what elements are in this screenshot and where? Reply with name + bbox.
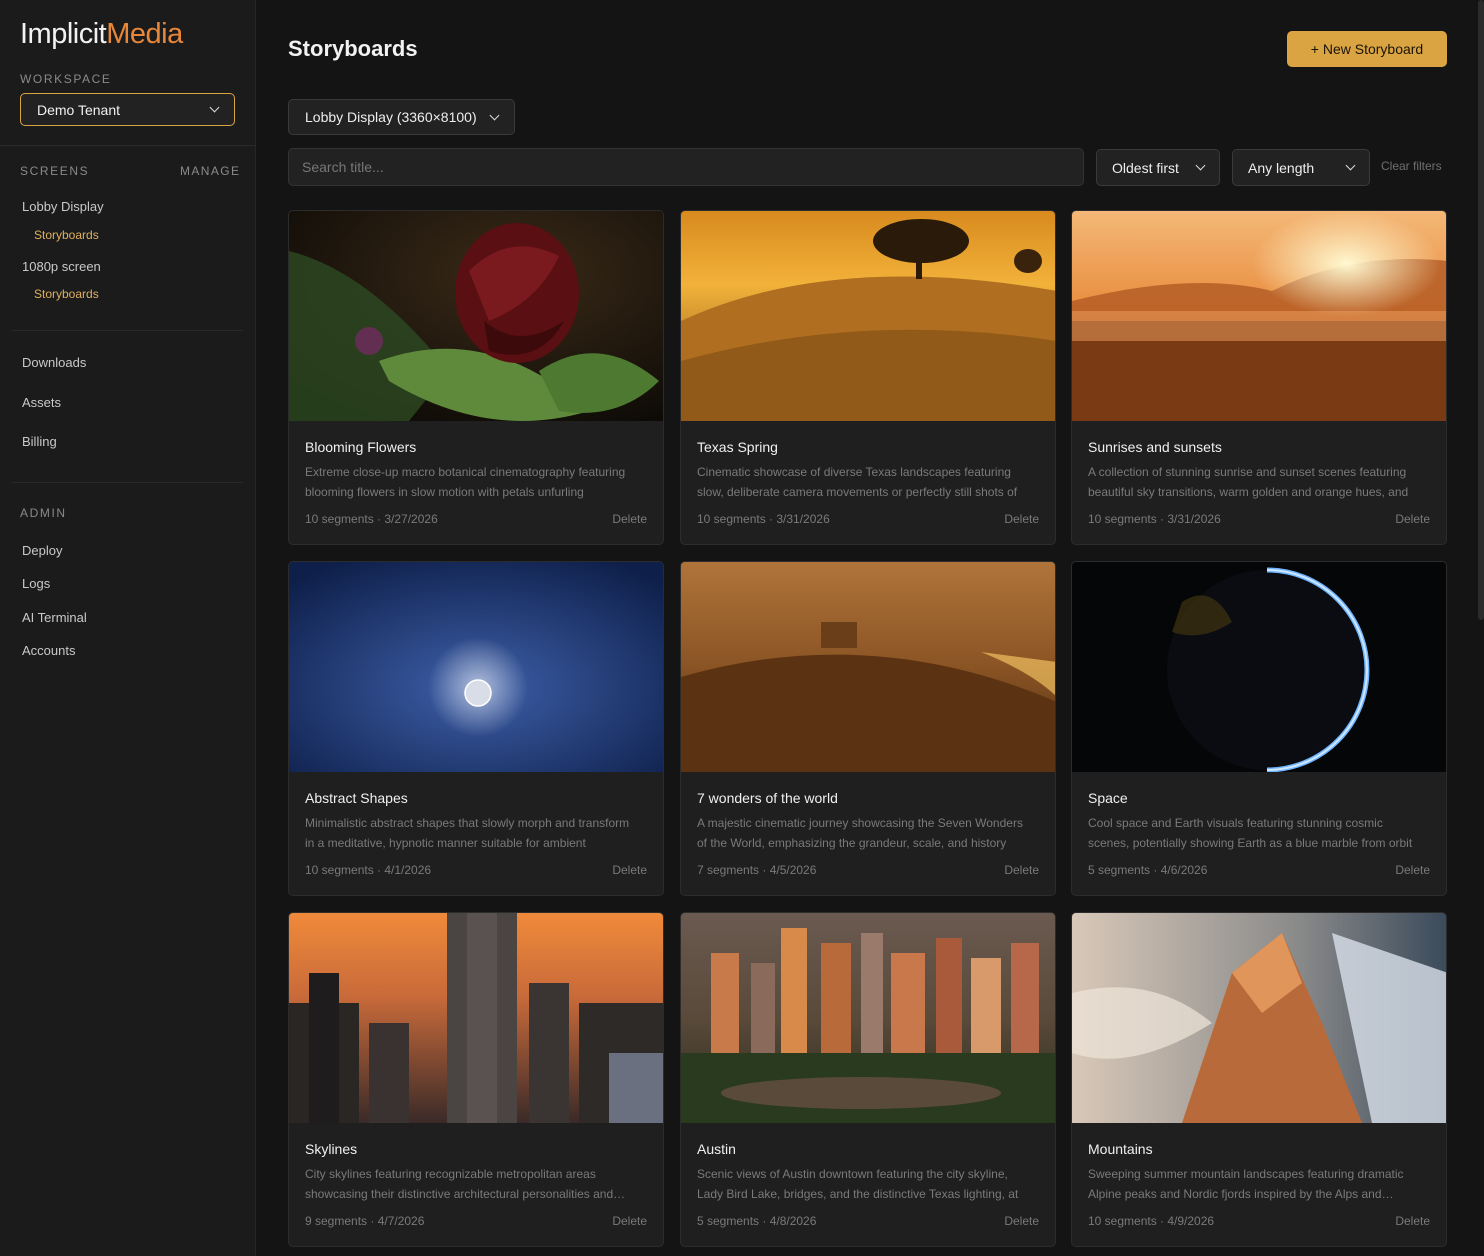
- admin-label: ADMIN: [20, 506, 67, 520]
- thumbnail-skyline-image: [289, 913, 663, 1123]
- sidebar-item-lobby-display[interactable]: Lobby Display: [22, 199, 104, 214]
- divider: [0, 145, 255, 146]
- card-description: Scenic views of Austin downtown featurin…: [697, 1167, 1019, 1201]
- new-storyboard-button[interactable]: + New Storyboard: [1287, 31, 1447, 67]
- thumbnail-wonders-image: [681, 562, 1055, 772]
- storyboard-card[interactable]: Austin Scenic views of Austin downtown f…: [680, 912, 1056, 1247]
- card-title: Abstract Shapes: [305, 790, 408, 806]
- divider: [12, 330, 243, 331]
- storyboard-card[interactable]: Space Cool space and Earth visuals featu…: [1071, 561, 1447, 896]
- card-meta: 10 segments · 4/1/2026: [305, 863, 432, 877]
- card-description: Cinematic showcase of diverse Texas land…: [697, 465, 1018, 499]
- scrollbar[interactable]: [1478, 0, 1484, 620]
- workspace-select-value: Demo Tenant: [37, 101, 121, 118]
- screens-label: SCREENS: [20, 164, 90, 178]
- clear-filters-link[interactable]: Clear filters: [1381, 159, 1442, 173]
- main-content: Storyboards + New Storyboard Lobby Displ…: [256, 0, 1484, 1256]
- sidebar-item-assets[interactable]: Assets: [22, 395, 61, 410]
- sidebar-item-1080p-storyboards[interactable]: Storyboards: [34, 287, 99, 301]
- screen-select[interactable]: Lobby Display (3360×8100): [288, 99, 515, 135]
- sort-select-value: Oldest first: [1112, 159, 1179, 176]
- sidebar-item-billing[interactable]: Billing: [22, 434, 57, 449]
- card-meta: 10 segments · 4/9/2026: [1088, 1214, 1215, 1228]
- manage-screens-link[interactable]: MANAGE: [180, 164, 240, 178]
- card-meta: 9 segments · 4/7/2026: [305, 1214, 425, 1228]
- length-select-value: Any length: [1248, 159, 1315, 176]
- card-title: Mountains: [1088, 1141, 1153, 1157]
- sidebar-item-logs[interactable]: Logs: [22, 576, 50, 591]
- chevron-down-icon: [1345, 160, 1356, 171]
- card-description: Cool space and Earth visuals featuring s…: [1088, 816, 1413, 850]
- chevron-down-icon: [1195, 160, 1206, 171]
- storyboard-card[interactable]: Texas Spring Cinematic showcase of diver…: [680, 210, 1056, 545]
- card-title: Blooming Flowers: [305, 439, 417, 455]
- card-meta: 10 segments · 3/27/2026: [305, 512, 438, 526]
- card-title: Austin: [697, 1141, 736, 1157]
- sidebar-item-lobby-storyboards[interactable]: Storyboards: [34, 228, 99, 242]
- card-title: Skylines: [305, 1141, 358, 1157]
- card-title: Space: [1088, 790, 1128, 806]
- delete-button[interactable]: Delete: [1004, 512, 1039, 526]
- thumbnail-sunrise-image: [1072, 211, 1446, 421]
- thumbnail-texas-image: [681, 211, 1055, 421]
- storyboard-card[interactable]: Abstract Shapes Minimalistic abstract sh…: [288, 561, 664, 896]
- storyboard-card[interactable]: Skylines City skylines featuring recogni…: [288, 912, 664, 1247]
- screen-select-value: Lobby Display (3360×8100): [305, 109, 477, 125]
- workspace-select[interactable]: Demo Tenant: [20, 93, 235, 126]
- chevron-down-icon: [209, 102, 220, 113]
- card-meta: 7 segments · 4/5/2026: [697, 863, 817, 877]
- thumbnail-mountains-image: [1072, 913, 1446, 1123]
- card-title: Sunrises and sunsets: [1088, 439, 1222, 455]
- card-description: A majestic cinematic journey showcasing …: [697, 816, 1023, 850]
- delete-button[interactable]: Delete: [612, 512, 647, 526]
- sidebar-item-1080p-screen[interactable]: 1080p screen: [22, 259, 101, 274]
- page-title: Storyboards: [288, 36, 418, 61]
- delete-button[interactable]: Delete: [612, 863, 647, 877]
- divider: [12, 482, 243, 483]
- storyboard-card[interactable]: Blooming Flowers Extreme close-up macro …: [288, 210, 664, 545]
- card-description: City skylines featuring recognizable met…: [305, 1167, 614, 1201]
- delete-button[interactable]: Delete: [1004, 863, 1039, 877]
- card-meta: 10 segments · 3/31/2026: [697, 512, 830, 526]
- chevron-down-icon: [489, 110, 500, 120]
- thumbnail-space-image: [1072, 562, 1446, 772]
- card-meta: 5 segments · 4/6/2026: [1088, 863, 1208, 877]
- card-title: 7 wonders of the world: [697, 790, 838, 806]
- workspace-label: WORKSPACE: [20, 72, 112, 86]
- sidebar: ImplicitMedia WORKSPACE Demo Tenant SCRE…: [0, 0, 256, 1256]
- card-description: Sweeping summer mountain landscapes feat…: [1088, 1167, 1404, 1201]
- sidebar-item-deploy[interactable]: Deploy: [22, 543, 62, 558]
- delete-button[interactable]: Delete: [1004, 1214, 1039, 1228]
- sort-select[interactable]: Oldest first: [1096, 149, 1220, 186]
- search-input[interactable]: [288, 148, 1084, 186]
- delete-button[interactable]: Delete: [1395, 1214, 1430, 1228]
- delete-button[interactable]: Delete: [1395, 512, 1430, 526]
- card-description: Minimalistic abstract shapes that slowly…: [305, 816, 630, 850]
- sidebar-item-downloads[interactable]: Downloads: [22, 355, 86, 370]
- delete-button[interactable]: Delete: [1395, 863, 1430, 877]
- storyboard-card[interactable]: Mountains Sweeping summer mountain lands…: [1071, 912, 1447, 1247]
- delete-button[interactable]: Delete: [612, 1214, 647, 1228]
- length-select[interactable]: Any length: [1232, 149, 1370, 186]
- brand-word-1: Implicit: [20, 18, 107, 50]
- thumbnail-abstract-image: [289, 562, 663, 772]
- brand-logo[interactable]: ImplicitMedia: [20, 18, 183, 51]
- card-description: Extreme close-up macro botanical cinemat…: [305, 465, 626, 499]
- card-title: Texas Spring: [697, 439, 778, 455]
- sidebar-item-ai-terminal[interactable]: AI Terminal: [22, 610, 87, 625]
- thumbnail-austin-image: [681, 913, 1055, 1123]
- storyboard-card[interactable]: Sunrises and sunsets A collection of stu…: [1071, 210, 1447, 545]
- card-description: A collection of stunning sunrise and sun…: [1088, 465, 1409, 499]
- card-meta: 10 segments · 3/31/2026: [1088, 512, 1221, 526]
- thumbnail-rose-image: [289, 211, 663, 421]
- brand-word-2: Media: [106, 18, 183, 50]
- sidebar-item-accounts[interactable]: Accounts: [22, 643, 75, 658]
- storyboard-card[interactable]: 7 wonders of the world A majestic cinema…: [680, 561, 1056, 896]
- card-meta: 5 segments · 4/8/2026: [697, 1214, 817, 1228]
